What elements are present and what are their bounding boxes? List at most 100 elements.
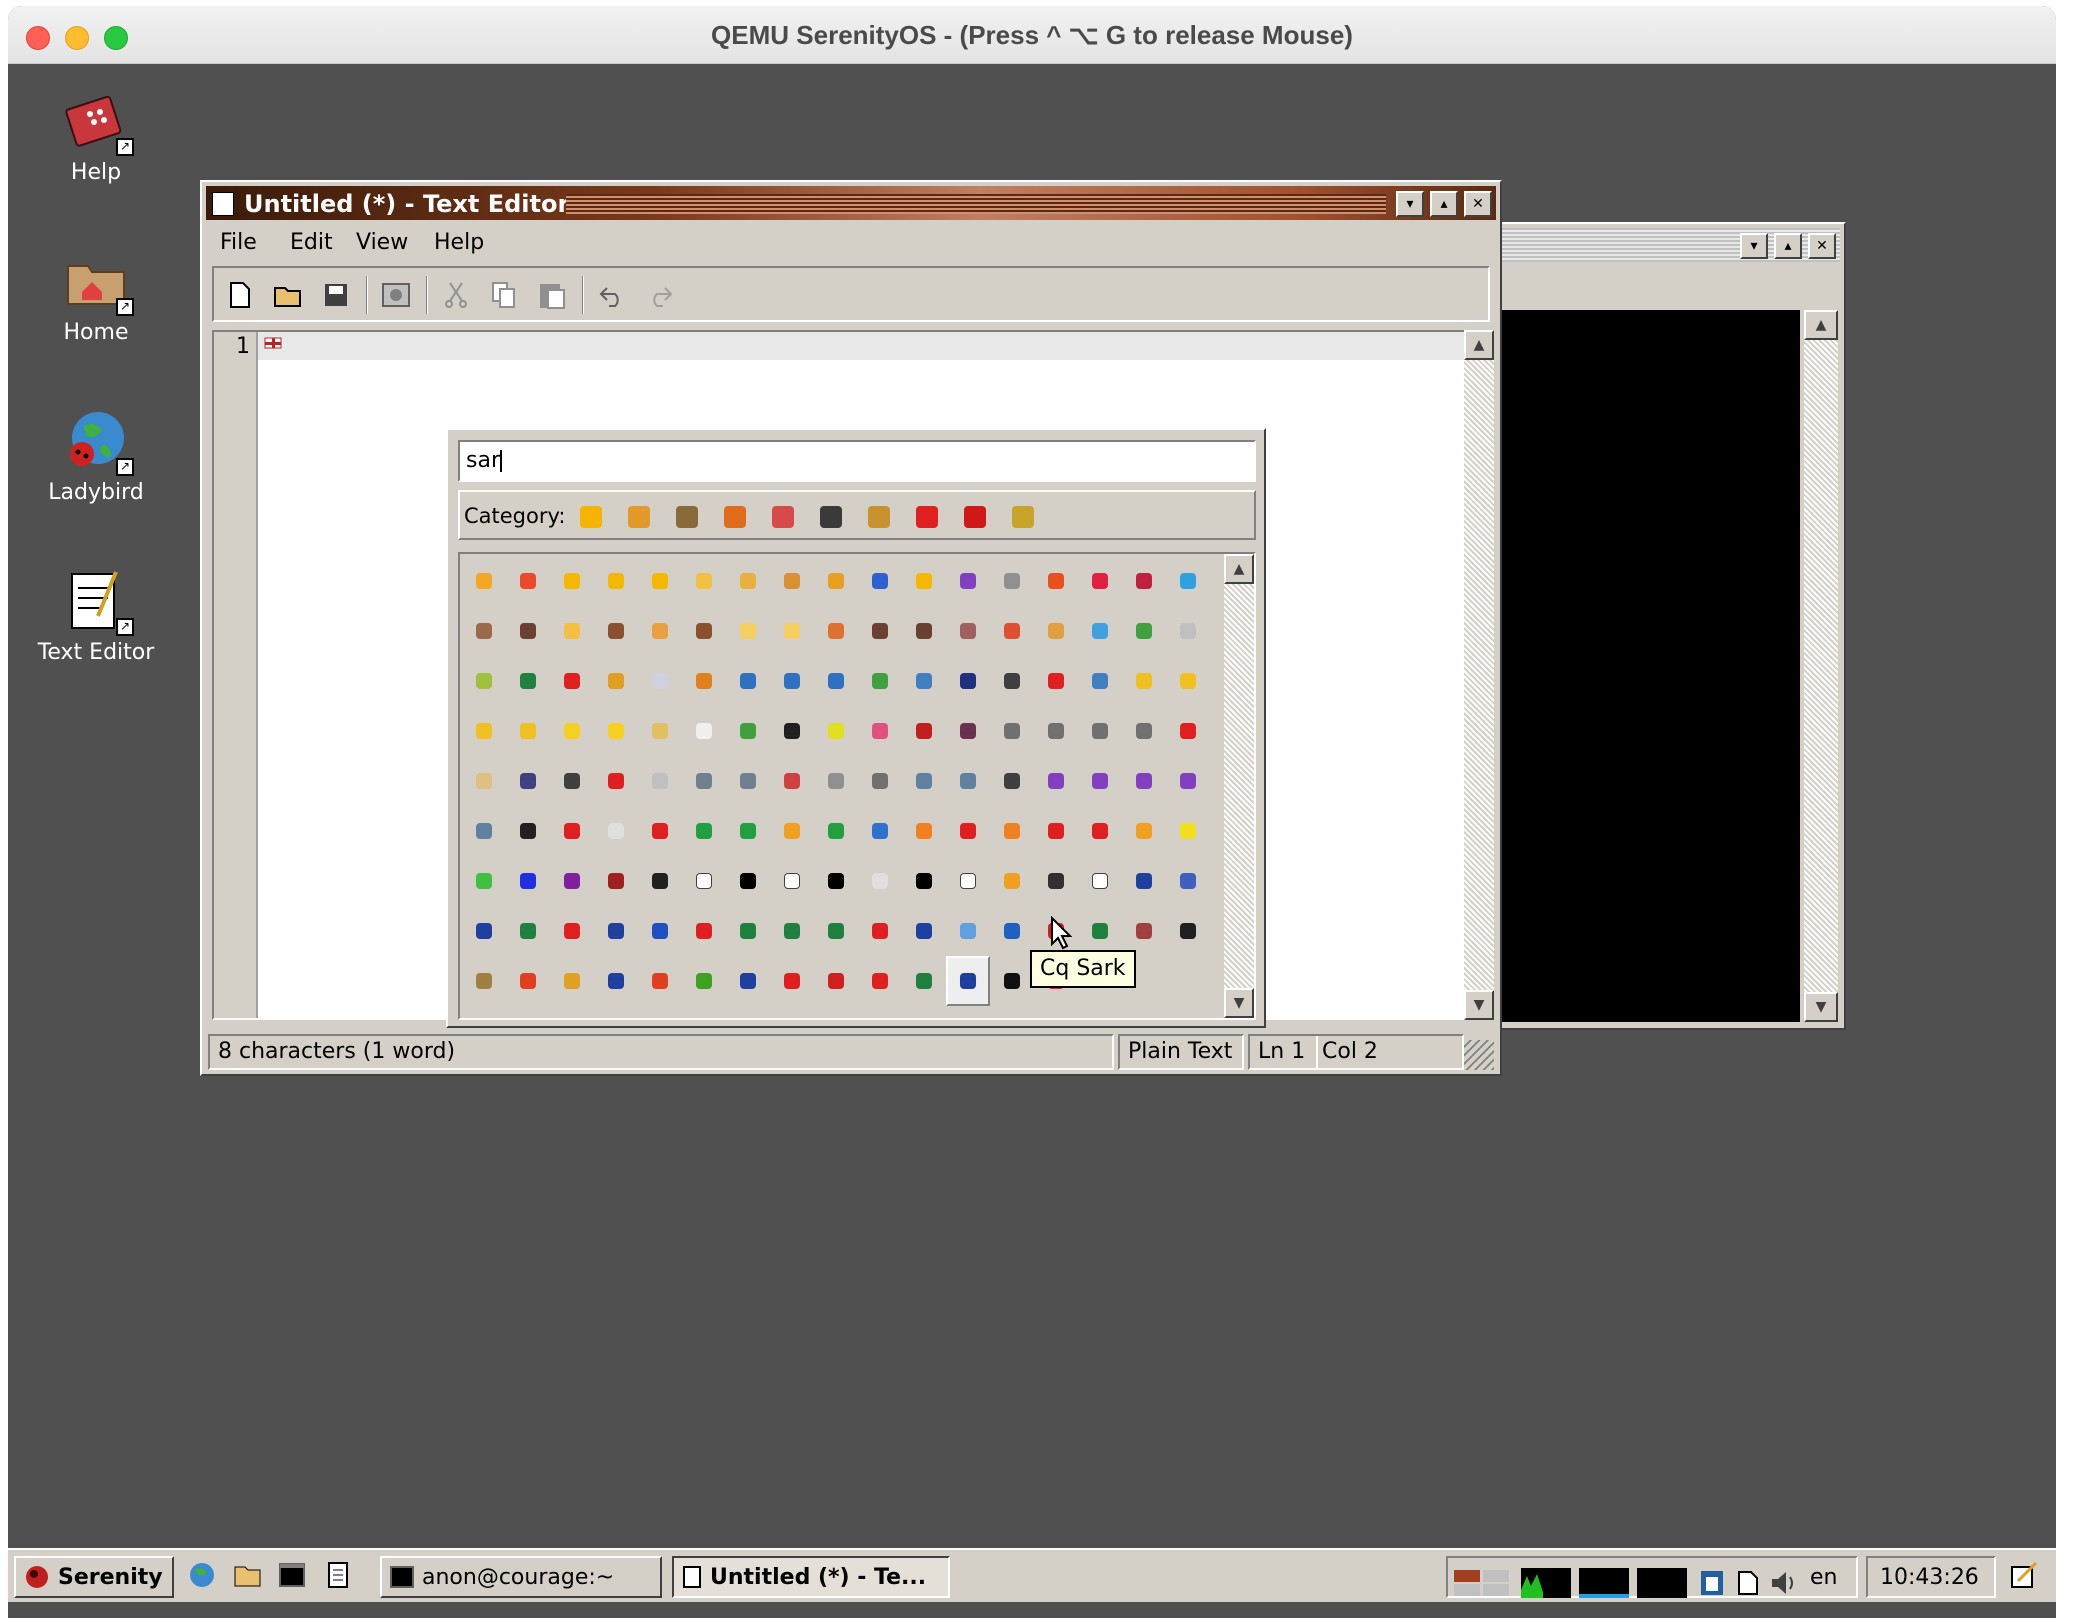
category-button[interactable] <box>772 506 794 528</box>
emoji-cell[interactable] <box>1078 856 1122 906</box>
emoji-cell[interactable] <box>1122 806 1166 856</box>
scroll-down-button[interactable]: ▼ <box>1224 988 1254 1018</box>
emoji-cell[interactable] <box>1166 906 1210 956</box>
category-button[interactable] <box>580 506 602 528</box>
category-button[interactable] <box>964 506 986 528</box>
emoji-cell[interactable] <box>814 706 858 756</box>
preview-icon[interactable] <box>376 276 416 314</box>
emoji-cell[interactable] <box>462 656 506 706</box>
emoji-cell[interactable] <box>1034 656 1078 706</box>
emoji-cell[interactable] <box>506 656 550 706</box>
start-button[interactable]: Serenity <box>14 1556 174 1598</box>
emoji-cell[interactable] <box>1078 706 1122 756</box>
emoji-cell[interactable] <box>462 706 506 756</box>
maximize-button[interactable]: ▴ <box>1430 191 1458 217</box>
emoji-cell[interactable] <box>1166 706 1210 756</box>
emoji-cell[interactable] <box>770 806 814 856</box>
emoji-cell[interactable] <box>506 806 550 856</box>
maximize-button[interactable]: ▴ <box>1774 233 1802 259</box>
emoji-cell[interactable] <box>814 556 858 606</box>
scroll-up-button[interactable]: ▲ <box>1464 330 1494 360</box>
emoji-cell[interactable] <box>594 806 638 856</box>
emoji-cell[interactable] <box>506 706 550 756</box>
emoji-cell[interactable] <box>638 956 682 1006</box>
desktop-icon-home[interactable]: ↗ Home <box>16 248 176 345</box>
minimize-button[interactable]: ▾ <box>1396 191 1424 217</box>
category-button[interactable] <box>868 506 890 528</box>
emoji-cell[interactable] <box>946 806 990 856</box>
emoji-cell[interactable] <box>682 956 726 1006</box>
emoji-cell[interactable] <box>638 806 682 856</box>
emoji-cell[interactable] <box>1122 906 1166 956</box>
emoji-cell[interactable] <box>990 556 1034 606</box>
emoji-cell[interactable] <box>550 656 594 706</box>
emoji-cell[interactable] <box>594 556 638 606</box>
emoji-cell[interactable] <box>946 706 990 756</box>
emoji-cell[interactable] <box>946 556 990 606</box>
emoji-cell[interactable] <box>946 606 990 656</box>
emoji-cell[interactable] <box>1122 656 1166 706</box>
terminal-titlebar[interactable]: ▾ ▴ ✕ <box>1492 228 1840 262</box>
emoji-cell[interactable] <box>1034 856 1078 906</box>
emoji-cell[interactable] <box>770 556 814 606</box>
emoji-cell[interactable] <box>638 756 682 806</box>
category-button[interactable] <box>676 506 698 528</box>
emoji-cell[interactable] <box>594 906 638 956</box>
emoji-cell[interactable] <box>990 906 1034 956</box>
emoji-cell[interactable] <box>1122 606 1166 656</box>
emoji-cell[interactable] <box>902 556 946 606</box>
emoji-cell[interactable] <box>814 756 858 806</box>
emoji-cell[interactable] <box>462 806 506 856</box>
emoji-cell[interactable] <box>638 556 682 606</box>
emoji-cell[interactable] <box>770 706 814 756</box>
clipboard-icon[interactable] <box>1694 1564 1730 1602</box>
terminal-screen[interactable] <box>1492 310 1800 1022</box>
emoji-cell[interactable] <box>858 806 902 856</box>
desktop-icon-text-editor[interactable]: ↗ Text Editor <box>16 568 176 665</box>
emoji-cell[interactable] <box>946 956 990 1006</box>
emoji-cell[interactable] <box>1078 756 1122 806</box>
new-file-icon[interactable] <box>220 276 260 314</box>
emoji-cell[interactable] <box>902 906 946 956</box>
emoji-cell[interactable] <box>1166 606 1210 656</box>
paste-icon[interactable] <box>532 276 572 314</box>
emoji-cell[interactable] <box>858 956 902 1006</box>
emoji-cell[interactable] <box>594 706 638 756</box>
volume-icon[interactable] <box>1766 1564 1802 1602</box>
scroll-up-button[interactable]: ▲ <box>1804 310 1838 340</box>
emoji-cell[interactable] <box>1078 656 1122 706</box>
emoji-cell[interactable] <box>990 956 1034 1006</box>
emoji-cell[interactable] <box>594 956 638 1006</box>
emoji-cell[interactable] <box>638 606 682 656</box>
scroll-up-button[interactable]: ▲ <box>1224 554 1254 584</box>
emoji-cell[interactable] <box>770 756 814 806</box>
emoji-cell[interactable] <box>682 656 726 706</box>
emoji-cell[interactable] <box>1166 806 1210 856</box>
emoji-cell[interactable] <box>682 706 726 756</box>
emoji-cell[interactable] <box>990 856 1034 906</box>
cut-icon[interactable] <box>436 276 476 314</box>
category-button[interactable] <box>820 506 842 528</box>
category-button[interactable] <box>628 506 650 528</box>
emoji-cell[interactable] <box>1034 606 1078 656</box>
emoji-cell[interactable] <box>726 856 770 906</box>
emoji-cell[interactable] <box>902 706 946 756</box>
emoji-cell[interactable] <box>902 856 946 906</box>
emoji-cell[interactable] <box>462 556 506 606</box>
emoji-cell[interactable] <box>506 856 550 906</box>
emoji-cell[interactable] <box>682 906 726 956</box>
emoji-cell[interactable] <box>506 906 550 956</box>
emoji-cell[interactable] <box>858 706 902 756</box>
copy-icon[interactable] <box>484 276 524 314</box>
emoji-cell[interactable] <box>1078 556 1122 606</box>
emoji-cell[interactable] <box>550 956 594 1006</box>
emoji-cell[interactable] <box>770 656 814 706</box>
emoji-cell[interactable] <box>1034 806 1078 856</box>
emoji-cell[interactable] <box>682 756 726 806</box>
emoji-cell[interactable] <box>1122 756 1166 806</box>
emoji-cell[interactable] <box>682 806 726 856</box>
emoji-cell[interactable] <box>506 956 550 1006</box>
redo-icon[interactable] <box>640 276 680 314</box>
category-button[interactable] <box>916 506 938 528</box>
file-icon[interactable] <box>1730 1564 1766 1602</box>
